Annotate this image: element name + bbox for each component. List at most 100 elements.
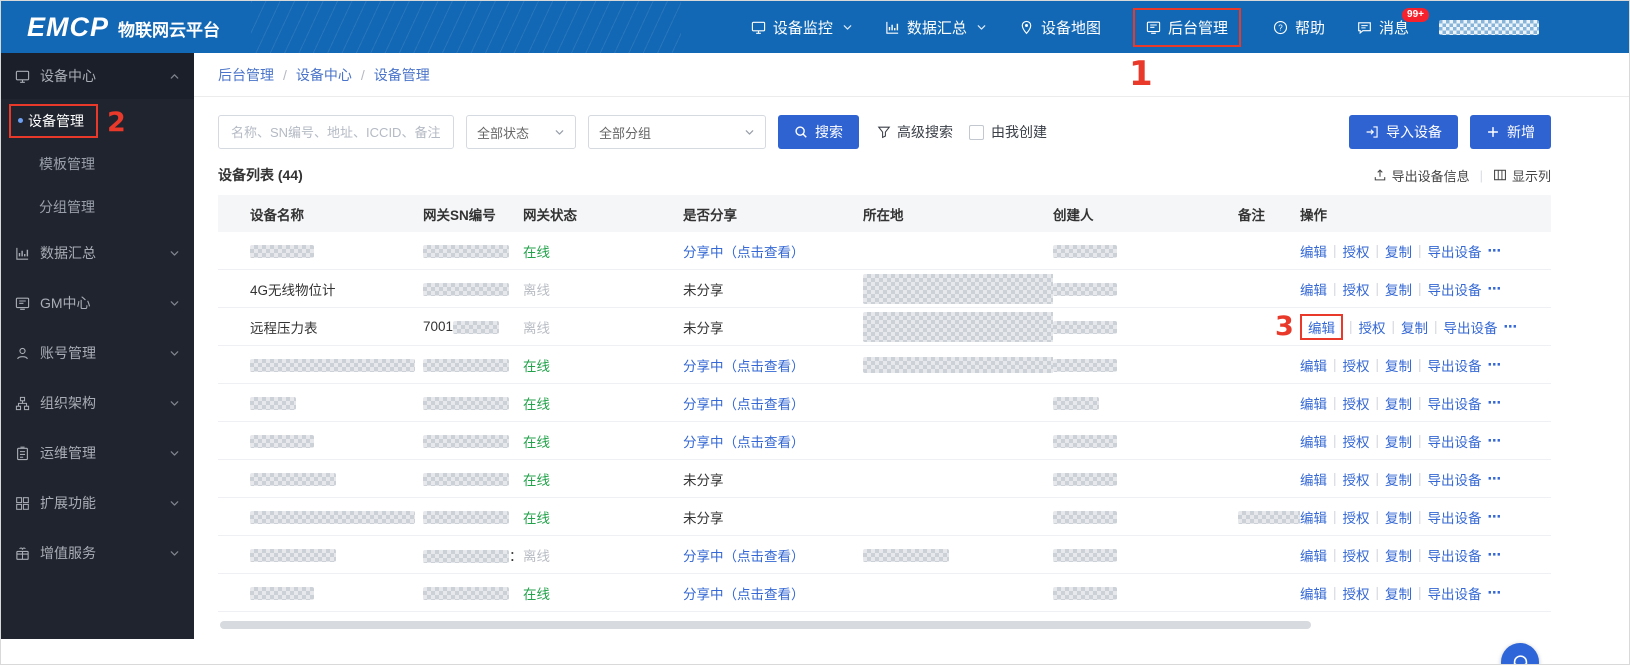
status-select[interactable]: 全部状态 — [466, 115, 576, 149]
authorize-link[interactable]: 授权 — [1359, 317, 1386, 337]
created-by-me[interactable]: 由我创建 — [969, 122, 1047, 142]
more-actions-button[interactable]: ⋯ — [1488, 433, 1503, 449]
sidebar-item-extend-features[interactable]: 扩展功能 — [1, 478, 194, 528]
authorize-link[interactable]: 授权 — [1343, 393, 1370, 413]
search-button[interactable]: 搜索 — [778, 115, 859, 149]
share-detail-link[interactable]: 分享中（点击查看） — [683, 245, 805, 260]
export-device-link[interactable]: 导出设备 — [1444, 317, 1498, 337]
authorize-link[interactable]: 授权 — [1343, 507, 1370, 527]
nav-item-messages[interactable]: 消息 99+ — [1357, 7, 1429, 38]
sidebar-subitem-device-manage[interactable]: 设备管理 2 — [1, 99, 194, 142]
authorize-link[interactable]: 授权 — [1343, 355, 1370, 375]
horizontal-scrollbar[interactable] — [218, 620, 1549, 630]
created-by-me-checkbox[interactable] — [969, 124, 984, 140]
table-row-9[interactable]: ：离线 分享中（点击查看） 编辑 | 授权 | 复制 | 导出设备 ⋯ — [218, 536, 1551, 574]
edit-link[interactable]: 编辑 — [1300, 241, 1327, 261]
nav-item-device-map[interactable]: 设备地图 — [1019, 17, 1101, 38]
export-device-link[interactable]: 导出设备 — [1428, 469, 1482, 489]
sidebar-item-gm-center[interactable]: GM中心 — [1, 278, 194, 328]
nav-item-help[interactable]: ? 帮助 — [1273, 17, 1325, 38]
table-row-10[interactable]: 在线 分享中（点击查看） 编辑 | 授权 | 复制 | 导出设备 ⋯ — [218, 574, 1551, 612]
table-row-8[interactable]: 在线 未分享 编辑 | 授权 | 复制 | 导出设备 ⋯ — [218, 498, 1551, 536]
more-actions-button[interactable]: ⋯ — [1488, 281, 1503, 297]
copy-link[interactable]: 复制 — [1385, 507, 1412, 527]
authorize-link[interactable]: 授权 — [1343, 583, 1370, 603]
table-row-1[interactable]: 在线 分享中（点击查看） 编辑 | 授权 | 复制 | 导出设备 ⋯ — [218, 232, 1551, 270]
sidebar-subitem-template-manage[interactable]: 模板管理 — [1, 142, 194, 185]
authorize-link[interactable]: 授权 — [1343, 431, 1370, 451]
table-row-6[interactable]: 在线 分享中（点击查看） 编辑 | 授权 | 复制 | 导出设备 ⋯ — [218, 422, 1551, 460]
scrollbar-thumb[interactable] — [220, 621, 1312, 629]
copy-link[interactable]: 复制 — [1385, 469, 1412, 489]
edit-link[interactable]: 编辑 — [1300, 545, 1327, 565]
sidebar-item-value-added[interactable]: 增值服务 — [1, 528, 194, 578]
import-device-button[interactable]: 导入设备 — [1349, 115, 1458, 149]
export-device-link[interactable]: 导出设备 — [1428, 355, 1482, 375]
breadcrumb-item-1[interactable]: 设备中心 — [296, 65, 352, 85]
edit-link[interactable]: 编辑 — [1300, 583, 1327, 603]
more-actions-button[interactable]: ⋯ — [1488, 471, 1503, 487]
table-row-2[interactable]: 4G无线物位计 离线 未分享 编辑 | 授权 | 复制 | 导出设备 ⋯ — [218, 270, 1551, 308]
add-device-button[interactable]: 新增 — [1470, 115, 1551, 149]
authorize-link[interactable]: 授权 — [1343, 545, 1370, 565]
share-detail-link[interactable]: 分享中（点击查看） — [683, 359, 805, 374]
export-device-link[interactable]: 导出设备 — [1428, 393, 1482, 413]
export-device-link[interactable]: 导出设备 — [1428, 279, 1482, 299]
sidebar-item-account-manage[interactable]: 账号管理 — [1, 328, 194, 378]
more-actions-button[interactable]: ⋯ — [1488, 357, 1503, 373]
brand[interactable]: EMCP 物联网云平台 — [27, 12, 220, 43]
nav-item-device-monitor[interactable]: 设备监控 — [751, 17, 853, 38]
table-row-5[interactable]: 在线 分享中（点击查看） 编辑 | 授权 | 复制 | 导出设备 ⋯ — [218, 384, 1551, 422]
sidebar-item-org-structure[interactable]: 组织架构 — [1, 378, 194, 428]
copy-link[interactable]: 复制 — [1385, 355, 1412, 375]
export-device-link[interactable]: 导出设备 — [1428, 241, 1482, 261]
edit-link[interactable]: 编辑 — [1300, 469, 1327, 489]
edit-link[interactable]: 编辑 — [1308, 317, 1335, 337]
advanced-search-button[interactable]: 高级搜索 — [877, 122, 953, 142]
edit-link[interactable]: 编辑 — [1300, 507, 1327, 527]
edit-link[interactable]: 编辑 — [1300, 355, 1327, 375]
sidebar-item-ops-manage[interactable]: 运维管理 — [1, 428, 194, 478]
authorize-link[interactable]: 授权 — [1343, 279, 1370, 299]
edit-link[interactable]: 编辑 — [1300, 393, 1327, 413]
group-select[interactable]: 全部分组 — [588, 115, 766, 149]
breadcrumb-item-0[interactable]: 后台管理 — [218, 65, 274, 85]
export-device-link[interactable]: 导出设备 — [1428, 431, 1482, 451]
copy-link[interactable]: 复制 — [1401, 317, 1428, 337]
share-detail-link[interactable]: 分享中（点击查看） — [683, 397, 805, 412]
sidebar-item-data-summary[interactable]: 数据汇总 — [1, 228, 194, 278]
more-actions-button[interactable]: ⋯ — [1488, 395, 1503, 411]
share-detail-link[interactable]: 分享中（点击查看） — [683, 549, 805, 564]
nav-item-admin-manage[interactable]: 后台管理 — [1132, 7, 1241, 47]
share-detail-link[interactable]: 分享中（点击查看） — [683, 435, 805, 450]
copy-link[interactable]: 复制 — [1385, 583, 1412, 603]
export-device-link[interactable]: 导出设备 — [1428, 507, 1482, 527]
sidebar-subitem-group-manage[interactable]: 分组管理 — [1, 185, 194, 228]
copy-link[interactable]: 复制 — [1385, 241, 1412, 261]
export-device-link[interactable]: 导出设备 — [1428, 583, 1482, 603]
table-row-3[interactable]: 远程压力表 7001 离线 未分享 3 编辑 | 授权 | 复制 | 导出设备 ⋯ — [218, 308, 1551, 346]
share-detail-link[interactable]: 分享中（点击查看） — [683, 587, 805, 602]
more-actions-button[interactable]: ⋯ — [1488, 585, 1503, 601]
support-float-button[interactable] — [1501, 643, 1539, 664]
copy-link[interactable]: 复制 — [1385, 393, 1412, 413]
more-actions-button[interactable]: ⋯ — [1488, 509, 1503, 525]
more-actions-button[interactable]: ⋯ — [1488, 243, 1503, 259]
edit-link[interactable]: 编辑 — [1300, 279, 1327, 299]
user-name-redacted[interactable] — [1439, 19, 1539, 35]
copy-link[interactable]: 复制 — [1385, 545, 1412, 565]
search-input[interactable] — [218, 115, 454, 149]
display-columns-button[interactable]: 显示列 — [1493, 166, 1551, 185]
export-device-link[interactable]: 导出设备 — [1428, 545, 1482, 565]
copy-link[interactable]: 复制 — [1385, 279, 1412, 299]
table-row-7[interactable]: 在线 未分享 编辑 | 授权 | 复制 | 导出设备 ⋯ — [218, 460, 1551, 498]
copy-link[interactable]: 复制 — [1385, 431, 1412, 451]
sidebar-item-device-center[interactable]: 设备中心 — [1, 53, 194, 99]
authorize-link[interactable]: 授权 — [1343, 469, 1370, 489]
edit-link[interactable]: 编辑 — [1300, 431, 1327, 451]
authorize-link[interactable]: 授权 — [1343, 241, 1370, 261]
breadcrumb-item-2[interactable]: 设备管理 — [374, 65, 430, 85]
table-row-4[interactable]: 在线 分享中（点击查看） 编辑 | 授权 | 复制 | 导出设备 ⋯ — [218, 346, 1551, 384]
export-device-info-button[interactable]: 导出设备信息 — [1373, 166, 1470, 185]
more-actions-button[interactable]: ⋯ — [1488, 547, 1503, 563]
